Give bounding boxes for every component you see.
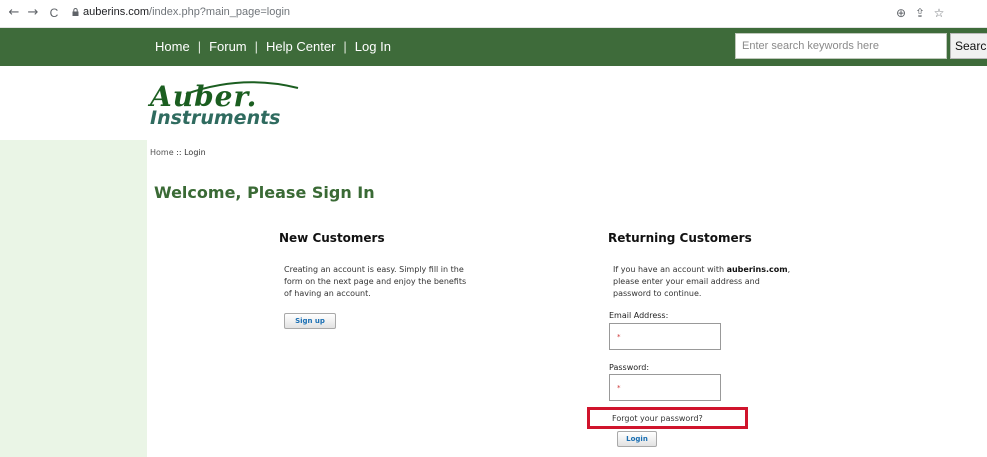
new-customers-line-2: form on the next page and enjoy the bene… [284, 277, 467, 286]
left-sidebar-column [0, 140, 147, 457]
returning-customers-line-1: If you have an account with auberins.com… [613, 264, 843, 276]
login-button[interactable]: Login [617, 431, 657, 447]
nav-separator: | [197, 39, 202, 54]
new-customers-line-3: of having an account. [284, 289, 371, 298]
returning-line-1-post: , [787, 265, 791, 274]
back-arrow-icon[interactable]: ← [6, 5, 22, 21]
search-input[interactable]: Enter search keywords here [735, 33, 947, 59]
url-path: /index.php?main_page=login [149, 6, 291, 18]
required-marker: * [617, 333, 621, 341]
url-host: auberins.com [83, 6, 150, 18]
new-customers-heading: New Customers [279, 231, 385, 245]
zoom-icon[interactable]: ⊕ [893, 5, 909, 21]
breadcrumb-separator: :: [173, 148, 185, 157]
site-name: auberins.com [726, 265, 788, 274]
returning-customers-line-3: password to continue. [613, 289, 702, 298]
returning-customers-text: If you have an account with auberins.com… [613, 264, 843, 300]
nav-separator: | [343, 39, 347, 54]
nav-links: Home | Forum | Help Center | Log In [155, 39, 391, 54]
returning-customers-line-2: please enter your email address and [613, 277, 760, 286]
nav-home-link[interactable]: Home [155, 39, 190, 54]
nav-separator: | [254, 39, 259, 54]
email-label: Email Address: [609, 311, 669, 320]
breadcrumb: Home :: Login [150, 148, 206, 157]
nav-log-in-link[interactable]: Log In [355, 39, 391, 54]
new-customers-text: Creating an account is easy. Simply fill… [284, 264, 514, 300]
share-icon[interactable]: ⇪ [912, 5, 928, 21]
nav-forum-link[interactable]: Forum [209, 39, 247, 54]
forgot-password-link[interactable]: Forgot your password? [612, 414, 703, 423]
password-label: Password: [609, 363, 650, 372]
browser-toolbar: ← → C auberins.com/index.php?main_page=l… [0, 0, 987, 28]
email-field[interactable]: * [609, 323, 721, 350]
top-navigation-bar: Home | Forum | Help Center | Log In Enter sear… [0, 28, 987, 66]
auber-instruments-logo[interactable]: Auber. Instruments [148, 76, 308, 136]
returning-customers-heading: Returning Customers [608, 231, 752, 245]
reload-icon[interactable]: C [46, 5, 62, 21]
password-field[interactable]: * [609, 374, 721, 401]
forward-arrow-icon[interactable]: → [25, 5, 41, 21]
search-button[interactable]: Search [950, 33, 987, 59]
lock-icon [72, 8, 79, 16]
bookmark-star-icon[interactable]: ☆ [931, 5, 947, 21]
nav-help-center-link[interactable]: Help Center [266, 39, 335, 54]
sign-up-button[interactable]: Sign up [284, 313, 336, 329]
returning-line-1-pre: If you have an account with [613, 265, 727, 274]
breadcrumb-current: Login [184, 148, 206, 157]
logo-instruments-text: Instruments [150, 107, 281, 129]
page-title: Welcome, Please Sign In [154, 183, 375, 202]
required-marker: * [617, 384, 621, 392]
breadcrumb-home-link[interactable]: Home [150, 148, 174, 157]
new-customers-line-1: Creating an account is easy. Simply fill… [284, 265, 464, 274]
address-bar[interactable]: auberins.com/index.php?main_page=login [83, 6, 290, 18]
